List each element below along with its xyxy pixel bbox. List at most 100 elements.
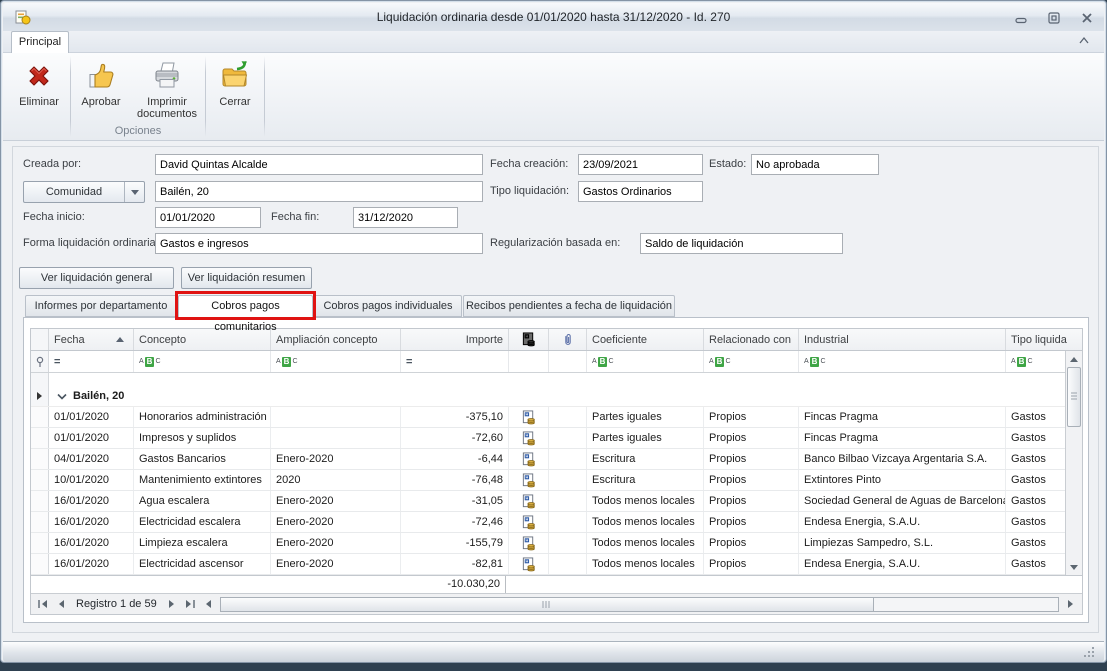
ver-liquidacion-general-button[interactable]: Ver liquidación general [19, 267, 174, 289]
cell-relacionado[interactable]: Propios [704, 491, 799, 511]
cell-ampliacion[interactable]: Enero-2020 [271, 449, 401, 469]
cell-concepto[interactable]: Electricidad escalera [134, 512, 271, 532]
cell-attachment[interactable] [549, 470, 587, 490]
cell-fecha[interactable]: 16/01/2020 [49, 554, 134, 574]
cell-industrial[interactable]: Extintores Pinto [799, 470, 1006, 490]
column-header-importe[interactable]: Importe [401, 329, 509, 350]
cell-coeficiente[interactable]: Todos menos locales [587, 512, 704, 532]
cell-concepto[interactable]: Limpieza escalera [134, 533, 271, 553]
cell-ampliacion[interactable] [271, 407, 401, 427]
cell-fecha[interactable]: 01/01/2020 [49, 428, 134, 448]
cell-industrial[interactable]: Banco Bilbao Vizcaya Argentaria S.A. [799, 449, 1006, 469]
column-header-relacionado[interactable]: Relacionado con [704, 329, 799, 350]
collapse-group-icon[interactable] [57, 393, 67, 400]
cell-concepto[interactable]: Gastos Bancarios [134, 449, 271, 469]
cell-industrial[interactable]: Sociedad General de Aguas de Barcelona, … [799, 491, 1006, 511]
cell-importe[interactable]: -155,79 [401, 533, 509, 553]
cell-fecha[interactable]: 16/01/2020 [49, 533, 134, 553]
cell-concepto[interactable]: Electricidad ascensor [134, 554, 271, 574]
comunidad-field[interactable] [155, 181, 483, 202]
cell-industrial[interactable]: Endesa Energia, S.A.U. [799, 554, 1006, 574]
column-header-attachment[interactable] [549, 329, 587, 350]
nav-last-button[interactable] [182, 597, 199, 612]
column-header-industrial[interactable]: Industrial [799, 329, 1006, 350]
cell-coeficiente[interactable]: Escritura [587, 449, 704, 469]
cell-concepto[interactable]: Impresos y suplidos [134, 428, 271, 448]
hscroll-thumb[interactable] [221, 598, 874, 611]
estado-field[interactable] [751, 154, 879, 175]
cell-attachment[interactable] [549, 407, 587, 427]
cell-industrial[interactable]: Endesa Energia, S.A.U. [799, 512, 1006, 532]
filter-attachment[interactable] [549, 351, 587, 372]
cell-attachment[interactable] [549, 533, 587, 553]
minimize-button[interactable] [1013, 10, 1028, 25]
cell-coeficiente[interactable]: Todos menos locales [587, 533, 704, 553]
tab-informes-por-departamento[interactable]: Informes por departamento [25, 295, 177, 317]
cell-ledger[interactable]: H [509, 470, 549, 490]
cell-ampliacion[interactable] [271, 428, 401, 448]
tab-cobros-pagos-individuales[interactable]: Cobros pagos individuales [314, 295, 462, 317]
table-row[interactable]: 16/01/2020 Limpieza escalera Enero-2020 … [31, 533, 1082, 554]
filter-importe[interactable]: = [401, 351, 509, 372]
filter-pin-cell[interactable] [31, 351, 49, 372]
nav-prev-button[interactable] [52, 597, 69, 612]
creada-por-field[interactable] [155, 154, 483, 175]
column-header-ledger[interactable]: H [509, 329, 549, 350]
regularizacion-field[interactable] [640, 233, 843, 254]
cell-ledger[interactable]: H [509, 491, 549, 511]
resize-grip[interactable] [1092, 647, 1094, 649]
cell-fecha[interactable]: 10/01/2020 [49, 470, 134, 490]
cell-ledger[interactable]: H [509, 533, 549, 553]
table-row[interactable]: 10/01/2020 Mantenimiento extintores 2020… [31, 470, 1082, 491]
table-row[interactable]: 16/01/2020 Agua escalera Enero-2020 -31,… [31, 491, 1082, 512]
column-header-coeficiente[interactable]: Coeficiente [587, 329, 704, 350]
cell-coeficiente[interactable]: Partes iguales [587, 407, 704, 427]
cell-importe[interactable]: -72,60 [401, 428, 509, 448]
ver-liquidacion-resumen-button[interactable]: Ver liquidación resumen [181, 267, 312, 289]
vscroll-track[interactable] [1066, 427, 1082, 559]
cell-ledger[interactable]: H [509, 512, 549, 532]
cell-fecha[interactable]: 16/01/2020 [49, 512, 134, 532]
cell-industrial[interactable]: Fincas Pragma [799, 428, 1006, 448]
table-row[interactable]: 16/01/2020 Electricidad ascensor Enero-2… [31, 554, 1082, 575]
cell-importe[interactable]: -82,81 [401, 554, 509, 574]
cell-relacionado[interactable]: Propios [704, 428, 799, 448]
filter-coeficiente[interactable]: ABC [587, 351, 704, 372]
cell-ledger[interactable]: H [509, 554, 549, 574]
column-header-ampliacion[interactable]: Ampliación concepto [271, 329, 401, 350]
cell-ampliacion[interactable]: Enero-2020 [271, 512, 401, 532]
table-row[interactable]: 04/01/2020 Gastos Bancarios Enero-2020 -… [31, 449, 1082, 470]
cell-attachment[interactable] [549, 554, 587, 574]
cell-industrial[interactable]: Fincas Pragma [799, 407, 1006, 427]
table-row[interactable]: 01/01/2020 Impresos y suplidos -72,60 H … [31, 428, 1082, 449]
cell-concepto[interactable]: Honorarios administración [134, 407, 271, 427]
vertical-scrollbar[interactable] [1065, 351, 1082, 575]
cell-importe[interactable]: -72,46 [401, 512, 509, 532]
column-header-tipo-liquidacion[interactable]: Tipo liquida [1006, 329, 1082, 350]
filter-ledger[interactable] [509, 351, 549, 372]
cell-industrial[interactable]: Limpiezas Sampedro, S.L. [799, 533, 1006, 553]
vscroll-thumb[interactable] [1067, 367, 1081, 427]
cell-attachment[interactable] [549, 512, 587, 532]
cell-ledger[interactable]: H [509, 407, 549, 427]
ribbon-tab-principal[interactable]: Principal [11, 31, 69, 53]
cell-fecha[interactable]: 04/01/2020 [49, 449, 134, 469]
nav-first-button[interactable] [34, 597, 51, 612]
fecha-fin-field[interactable] [353, 207, 458, 228]
restore-button[interactable] [1046, 10, 1061, 25]
filter-ampliacion[interactable]: ABC [271, 351, 401, 372]
table-row[interactable]: 01/01/2020 Honorarios administración -37… [31, 407, 1082, 428]
forma-liquidacion-field[interactable] [155, 233, 483, 254]
cell-coeficiente[interactable]: Todos menos locales [587, 554, 704, 574]
cell-ledger[interactable]: H [509, 449, 549, 469]
cell-importe[interactable]: -31,05 [401, 491, 509, 511]
cell-importe[interactable]: -6,44 [401, 449, 509, 469]
title-bar[interactable]: Liquidación ordinaria desde 01/01/2020 h… [3, 3, 1104, 31]
filter-fecha[interactable]: = [49, 351, 134, 372]
eliminar-button[interactable]: Eliminar [9, 56, 69, 110]
table-row[interactable]: 16/01/2020 Electricidad escalera Enero-2… [31, 512, 1082, 533]
cell-ampliacion[interactable]: 2020 [271, 470, 401, 490]
cell-attachment[interactable] [549, 449, 587, 469]
cell-coeficiente[interactable]: Todos menos locales [587, 491, 704, 511]
cell-importe[interactable]: -76,48 [401, 470, 509, 490]
